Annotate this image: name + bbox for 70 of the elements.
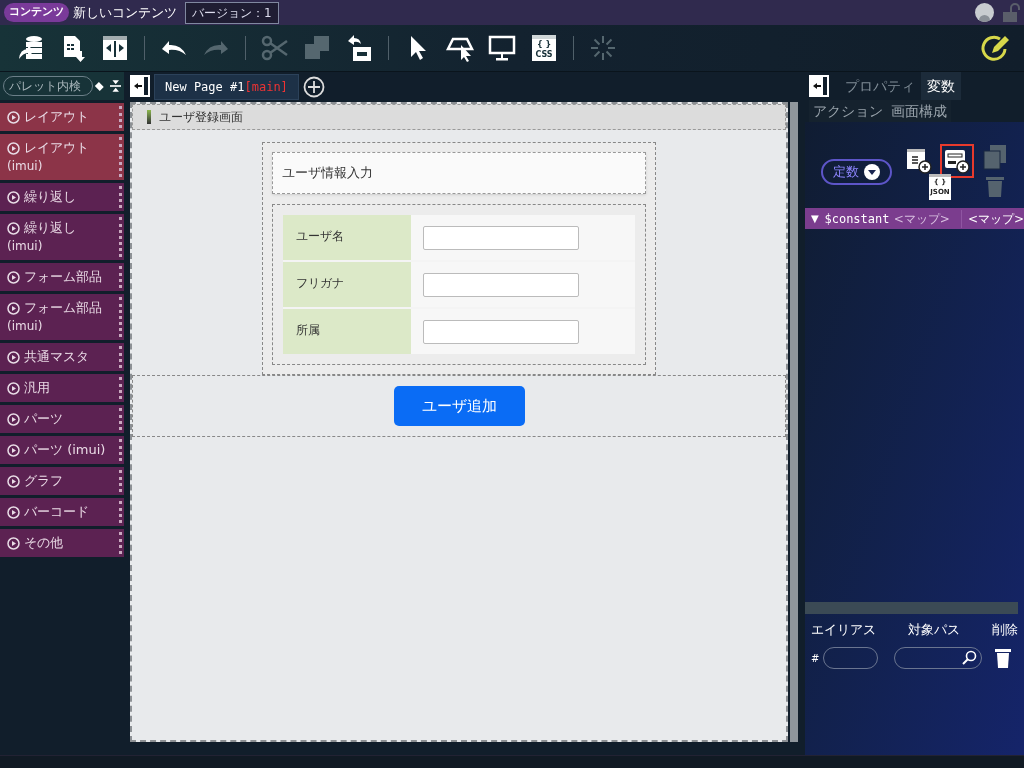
- panel-tab[interactable]: プロパティ: [839, 72, 921, 100]
- palette-item[interactable]: レイアウト (imui): [0, 134, 124, 180]
- scrollbar[interactable]: [790, 102, 798, 742]
- scrollbar[interactable]: [805, 601, 1018, 614]
- play-circle-icon: [7, 221, 20, 235]
- dropdown-icon: [864, 164, 880, 180]
- trash-icon[interactable]: [994, 647, 1013, 669]
- content-title: 新しいコンテンツ: [73, 3, 177, 22]
- palette-item[interactable]: グラフ: [0, 467, 124, 495]
- content-badge: コンテンツ: [4, 3, 69, 22]
- palette-item[interactable]: バーコード: [0, 498, 124, 526]
- css-file-icon[interactable]: { } CSS: [532, 35, 556, 61]
- play-circle-icon: [7, 270, 20, 284]
- panel-toggle-icon[interactable]: [130, 75, 150, 97]
- palette-item[interactable]: 汎用: [0, 374, 124, 402]
- page-tab[interactable]: New Page #1[main]: [154, 74, 299, 100]
- palette-search-field[interactable]: パレット内検: [3, 76, 93, 96]
- monitor-icon[interactable]: [487, 33, 517, 63]
- play-circle-icon: [7, 381, 20, 395]
- column-header: 対象パス: [908, 620, 960, 639]
- add-variable-icon[interactable]: [906, 148, 932, 174]
- play-circle-icon: [7, 536, 20, 550]
- add-user-button[interactable]: ユーザ追加: [393, 386, 525, 426]
- scope-dropdown[interactable]: 定数: [821, 159, 892, 185]
- search-icon: [961, 650, 978, 666]
- panel-toggle-icon[interactable]: [809, 75, 829, 97]
- user-avatar-icon[interactable]: [975, 3, 994, 22]
- form-title: ユーザ情報入力: [272, 152, 646, 194]
- palette-item[interactable]: 共通マスタ: [0, 343, 124, 371]
- split-icon[interactable]: [100, 33, 130, 63]
- field-label: フリガナ: [283, 262, 411, 307]
- page-title: ユーザ登録画面: [159, 109, 243, 126]
- panel-tab[interactable]: 変数: [921, 72, 961, 100]
- column-header: 削除: [992, 620, 1018, 639]
- play-circle-icon: [7, 474, 20, 488]
- edit-mode-icon[interactable]: [980, 33, 1010, 63]
- add-tab-icon[interactable]: [302, 76, 325, 98]
- play-circle-icon: [7, 110, 20, 124]
- variable-row[interactable]: ▼ $constant <マップ> <マップ>: [805, 208, 1024, 229]
- palette-item[interactable]: パーツ (imui): [0, 436, 124, 464]
- eraser-icon[interactable]: [94, 79, 105, 93]
- version-label: バージョン：1: [185, 1, 279, 24]
- play-circle-icon: [7, 301, 20, 315]
- palette-item[interactable]: 繰り返し (imui): [0, 214, 124, 260]
- copy-variable-icon: [982, 144, 1008, 170]
- trash-icon: [985, 174, 1005, 198]
- play-circle-icon: [7, 412, 20, 426]
- palette-item[interactable]: その他: [0, 529, 124, 557]
- play-circle-icon: [7, 505, 20, 519]
- panel-tab[interactable]: アクション: [809, 100, 887, 122]
- collapse-icon[interactable]: [109, 78, 121, 94]
- add-map-icon[interactable]: [940, 144, 974, 178]
- column-header: エイリアス: [811, 620, 876, 639]
- play-circle-icon: [7, 141, 20, 155]
- field-label: ユーザ名: [283, 215, 411, 260]
- hash-label: #: [811, 651, 820, 666]
- text-input[interactable]: [423, 225, 579, 250]
- palette-item[interactable]: レイアウト: [0, 103, 124, 131]
- palette-item[interactable]: 繰り返し: [0, 183, 124, 211]
- palette-item[interactable]: フォーム部品 (imui): [0, 294, 124, 340]
- text-input[interactable]: [423, 272, 579, 297]
- field-label: 所属: [283, 309, 411, 354]
- palette-item[interactable]: パーツ: [0, 405, 124, 433]
- alias-field[interactable]: [823, 647, 879, 669]
- play-circle-icon: [7, 443, 20, 457]
- play-circle-icon: [7, 350, 20, 364]
- text-input[interactable]: [423, 319, 579, 344]
- panel-tab[interactable]: 画面構成: [887, 100, 951, 122]
- palette-item[interactable]: フォーム部品: [0, 263, 124, 291]
- play-circle-icon: [7, 190, 20, 204]
